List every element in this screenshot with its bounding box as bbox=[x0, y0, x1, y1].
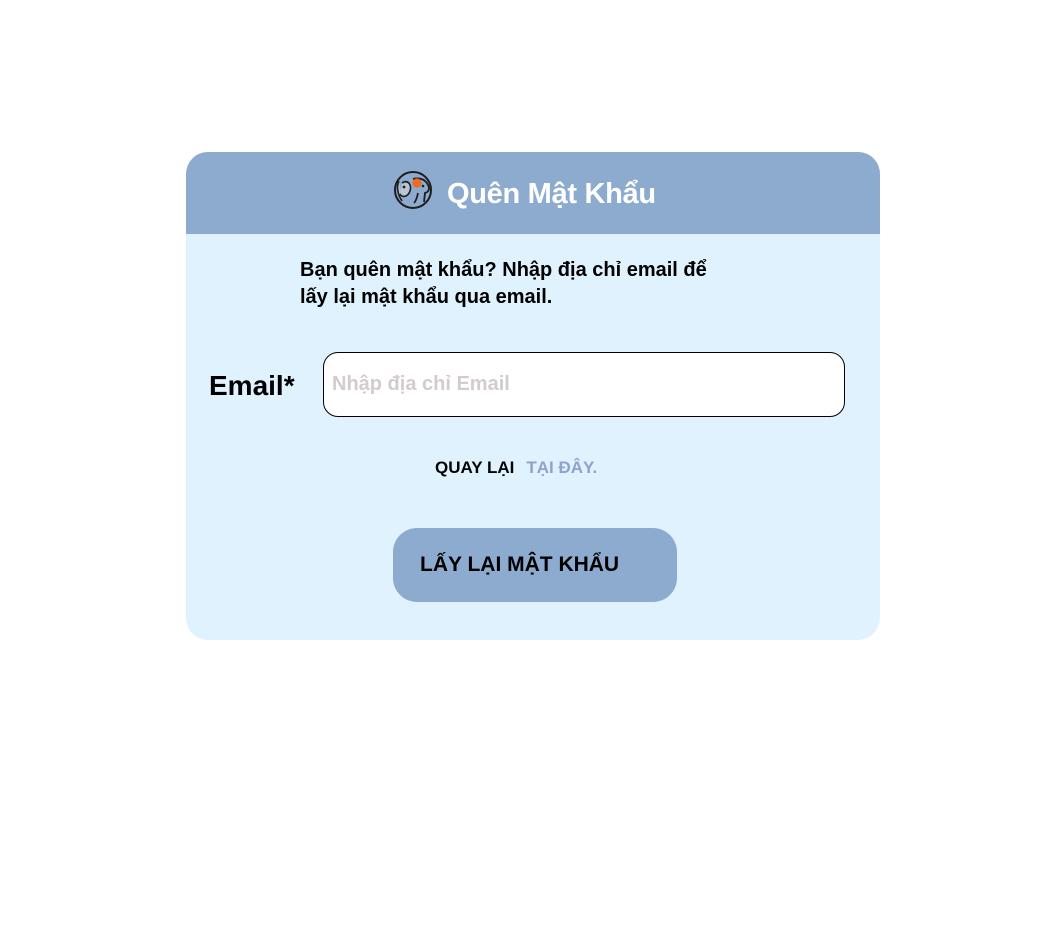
forgot-password-card: Quên Mật Khẩu Bạn quên mật khẩu? Nhập đị… bbox=[186, 152, 880, 640]
back-row: QUAY LẠI TẠI ĐÂY. bbox=[435, 458, 597, 478]
back-link[interactable]: TẠI ĐÂY. bbox=[526, 458, 597, 477]
instruction-text: Bạn quên mật khẩu? Nhập địa chỉ email để… bbox=[300, 259, 707, 308]
email-input[interactable] bbox=[323, 352, 845, 417]
email-label: Email* bbox=[209, 370, 295, 401]
reset-password-button[interactable]: LẤY LẠI MẬT KHẨU bbox=[393, 528, 677, 602]
pet-logo-icon bbox=[394, 171, 432, 209]
page-title: Quên Mật Khẩu bbox=[447, 178, 656, 210]
back-text: QUAY LẠI bbox=[435, 458, 515, 477]
card-header: Quên Mật Khẩu bbox=[186, 152, 880, 234]
